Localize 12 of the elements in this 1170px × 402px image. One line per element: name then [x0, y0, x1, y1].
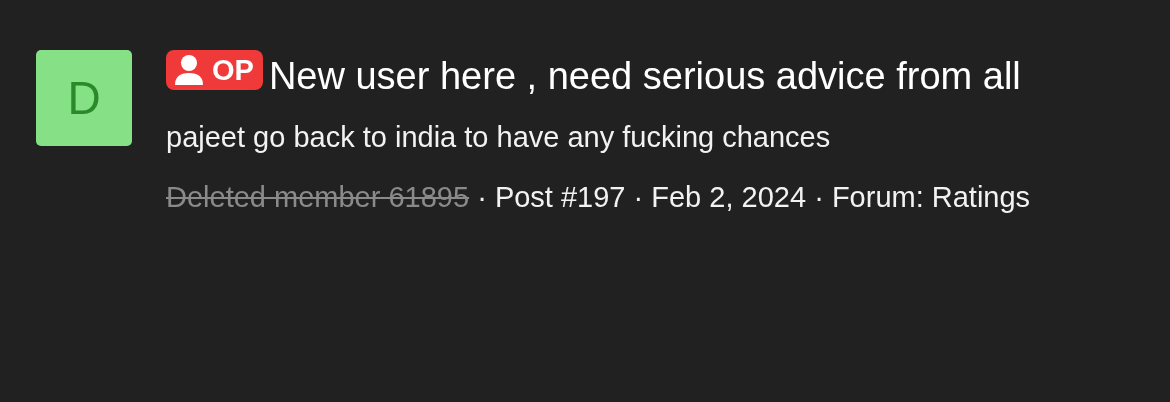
- avatar: D: [36, 50, 132, 146]
- meta-text[interactable]: Post #197: [494, 180, 626, 213]
- meta-text: Forum: Ratings: [831, 180, 1031, 213]
- post-title: New user here , need serious advice from all: [268, 55, 1021, 97]
- user-icon: [174, 54, 204, 86]
- post-message: pajeet go back to india to have any fucking chances: [166, 120, 832, 155]
- meta-separator: ·: [814, 180, 824, 213]
- meta-separator: ·: [633, 180, 644, 213]
- meta-text: Feb 2, 2024: [651, 180, 807, 213]
- meta-separator: ·: [477, 180, 487, 213]
- op-badge: OP: [166, 50, 263, 90]
- author-name[interactable]: Deleted member 61895: [166, 180, 470, 213]
